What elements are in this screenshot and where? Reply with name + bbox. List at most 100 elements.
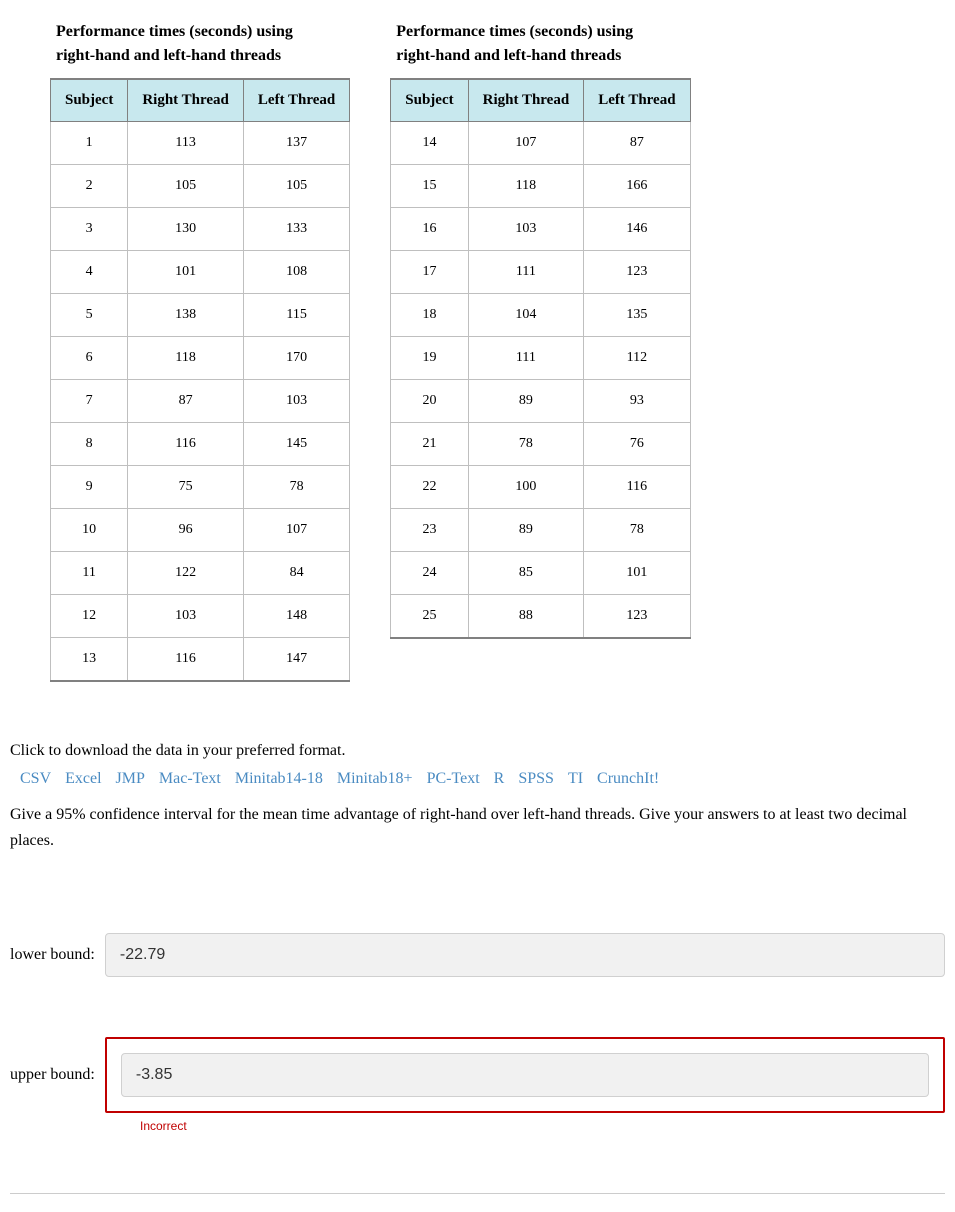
col-header: Left Thread <box>584 79 690 122</box>
lower-bound-input[interactable] <box>105 933 945 977</box>
cell: 170 <box>243 337 349 380</box>
cell: 21 <box>391 423 468 466</box>
cell: 166 <box>584 165 690 208</box>
table-row: 3130133 <box>51 208 350 251</box>
table-left: Performance times (seconds) using right-… <box>50 10 350 682</box>
cell: 96 <box>128 509 244 552</box>
cell: 17 <box>391 251 468 294</box>
download-link-spss[interactable]: SPSS <box>518 770 554 787</box>
cell: 118 <box>128 337 244 380</box>
cell: 103 <box>468 208 584 251</box>
cell: 138 <box>128 294 244 337</box>
cell: 123 <box>584 251 690 294</box>
download-link-mac-text[interactable]: Mac-Text <box>159 770 221 787</box>
cell: 101 <box>584 552 690 595</box>
table-row: 1410787 <box>391 122 690 165</box>
col-header: Subject <box>391 79 468 122</box>
cell: 104 <box>468 294 584 337</box>
cell: 133 <box>243 208 349 251</box>
cell: 116 <box>128 423 244 466</box>
cell: 1 <box>51 122 128 165</box>
cell: 107 <box>243 509 349 552</box>
table-row: 1112284 <box>51 552 350 595</box>
cell: 115 <box>243 294 349 337</box>
table-right-title: Performance times (seconds) using right-… <box>390 10 690 68</box>
cell: 118 <box>468 165 584 208</box>
table-row: 787103 <box>51 380 350 423</box>
table-left-title: Performance times (seconds) using right-… <box>50 10 350 68</box>
cell: 122 <box>128 552 244 595</box>
title-line: right-hand and left-hand threads <box>56 47 281 64</box>
cell: 9 <box>51 466 128 509</box>
cell: 103 <box>128 595 244 638</box>
cell: 103 <box>243 380 349 423</box>
download-link-minitab14-18[interactable]: Minitab14-18 <box>235 770 323 787</box>
table-row: 12103148 <box>51 595 350 638</box>
table-row: 15118166 <box>391 165 690 208</box>
download-link-excel[interactable]: Excel <box>65 770 101 787</box>
col-header: Left Thread <box>243 79 349 122</box>
cell: 116 <box>584 466 690 509</box>
table-row: 16103146 <box>391 208 690 251</box>
cell: 19 <box>391 337 468 380</box>
cell: 147 <box>243 638 349 682</box>
data-table-2: Subject Right Thread Left Thread 1410787… <box>390 78 690 639</box>
cell: 111 <box>468 251 584 294</box>
table-row: 19111112 <box>391 337 690 380</box>
divider <box>10 1193 945 1194</box>
download-link-r[interactable]: R <box>494 770 505 787</box>
cell: 105 <box>243 165 349 208</box>
cell: 148 <box>243 595 349 638</box>
download-link-pc-text[interactable]: PC-Text <box>427 770 480 787</box>
cell: 11 <box>51 552 128 595</box>
cell: 113 <box>128 122 244 165</box>
cell: 89 <box>468 509 584 552</box>
lower-bound-label: lower bound: <box>10 946 95 964</box>
upper-bound-label: upper bound: <box>10 1066 95 1084</box>
cell: 89 <box>468 380 584 423</box>
cell: 2 <box>51 165 128 208</box>
cell: 112 <box>584 337 690 380</box>
download-link-crunchit-[interactable]: CrunchIt! <box>597 770 659 787</box>
cell: 3 <box>51 208 128 251</box>
cell: 75 <box>128 466 244 509</box>
table-row: 13116147 <box>51 638 350 682</box>
cell: 16 <box>391 208 468 251</box>
cell: 18 <box>391 294 468 337</box>
download-link-ti[interactable]: TI <box>568 770 583 787</box>
cell: 4 <box>51 251 128 294</box>
table-row: 22100116 <box>391 466 690 509</box>
table-row: 18104135 <box>391 294 690 337</box>
table-row: 238978 <box>391 509 690 552</box>
download-link-jmp[interactable]: JMP <box>116 770 145 787</box>
cell: 100 <box>468 466 584 509</box>
download-prompt: Click to download the data in your prefe… <box>10 742 945 760</box>
table-right: Performance times (seconds) using right-… <box>390 10 690 639</box>
cell: 10 <box>51 509 128 552</box>
cell: 85 <box>468 552 584 595</box>
cell: 7 <box>51 380 128 423</box>
col-header: Subject <box>51 79 128 122</box>
title-line: Performance times (seconds) using <box>56 23 293 40</box>
cell: 78 <box>468 423 584 466</box>
cell: 13 <box>51 638 128 682</box>
cell: 14 <box>391 122 468 165</box>
cell: 108 <box>243 251 349 294</box>
cell: 137 <box>243 122 349 165</box>
cell: 15 <box>391 165 468 208</box>
cell: 146 <box>584 208 690 251</box>
cell: 93 <box>584 380 690 423</box>
upper-bound-row: upper bound: <box>10 1037 945 1113</box>
cell: 20 <box>391 380 468 423</box>
upper-bound-input[interactable] <box>121 1053 929 1097</box>
download-link-csv[interactable]: CSV <box>20 770 51 787</box>
cell: 6 <box>51 337 128 380</box>
cell: 22 <box>391 466 468 509</box>
data-table-1: Subject Right Thread Left Thread 1113137… <box>50 78 350 682</box>
cell: 116 <box>128 638 244 682</box>
title-line: Performance times (seconds) using <box>396 23 633 40</box>
lower-bound-row: lower bound: <box>10 933 945 977</box>
table-row: 2588123 <box>391 595 690 639</box>
table-row: 5138115 <box>51 294 350 337</box>
download-link-minitab18-[interactable]: Minitab18+ <box>337 770 413 787</box>
